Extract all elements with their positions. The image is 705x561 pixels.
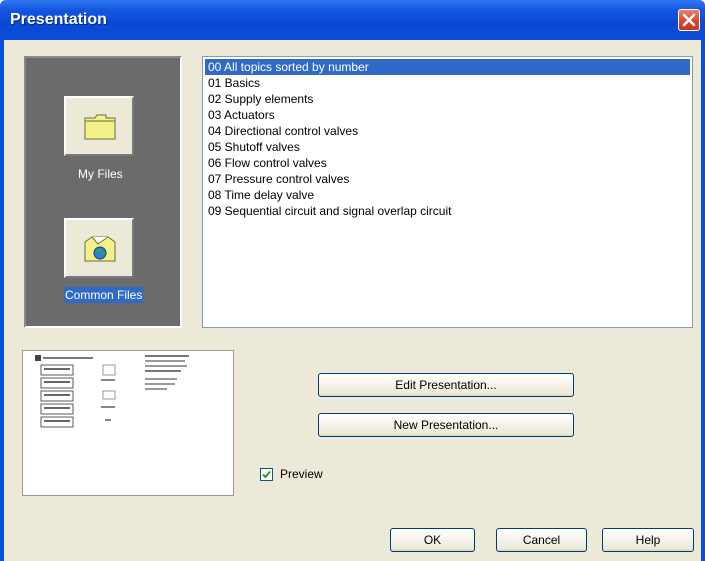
list-item[interactable]: 03 Actuators (205, 107, 690, 123)
close-button[interactable] (678, 9, 700, 31)
list-item[interactable]: 05 Shutoff valves (205, 139, 690, 155)
cancel-button[interactable]: Cancel (496, 528, 587, 552)
preview-label[interactable]: Preview (280, 467, 323, 481)
list-item[interactable]: 02 Supply elements (205, 91, 690, 107)
source-panel: My Files Common Files (24, 56, 182, 328)
list-item[interactable]: 06 Flow control valves (205, 155, 690, 171)
dialog-body: My Files Common Files 00 All topics sort… (4, 40, 701, 561)
title-bar[interactable]: Presentation (0, 0, 705, 40)
list-item[interactable]: 08 Time delay valve (205, 187, 690, 203)
topic-list[interactable]: 00 All topics sorted by number 01 Basics… (202, 56, 693, 328)
new-presentation-button[interactable]: New Presentation... (318, 413, 574, 437)
globe-folder-icon (84, 236, 116, 262)
help-button[interactable]: Help (602, 528, 694, 552)
common-files-button[interactable] (64, 218, 134, 278)
list-item[interactable]: 01 Basics (205, 75, 690, 91)
my-files-label[interactable]: My Files (78, 167, 123, 181)
preview-checkbox[interactable] (260, 468, 273, 481)
checkmark-icon (262, 470, 271, 479)
edit-presentation-button[interactable]: Edit Presentation... (318, 373, 574, 397)
presentation-dialog: Presentation My Files Common Files 00 Al… (0, 0, 705, 561)
list-item[interactable]: 07 Pressure control valves (205, 171, 690, 187)
preview-pane (22, 350, 234, 496)
folder-icon (84, 114, 116, 140)
window-title: Presentation (10, 11, 107, 28)
ok-button[interactable]: OK (390, 528, 475, 552)
list-item[interactable]: 00 All topics sorted by number (205, 59, 690, 75)
my-files-button[interactable] (64, 96, 134, 156)
list-item[interactable]: 04 Directional control valves (205, 123, 690, 139)
list-item[interactable]: 09 Sequential circuit and signal overlap… (205, 203, 690, 219)
close-icon (682, 13, 696, 27)
preview-thumbnail (35, 355, 189, 428)
common-files-label[interactable]: Common Files (64, 287, 144, 303)
